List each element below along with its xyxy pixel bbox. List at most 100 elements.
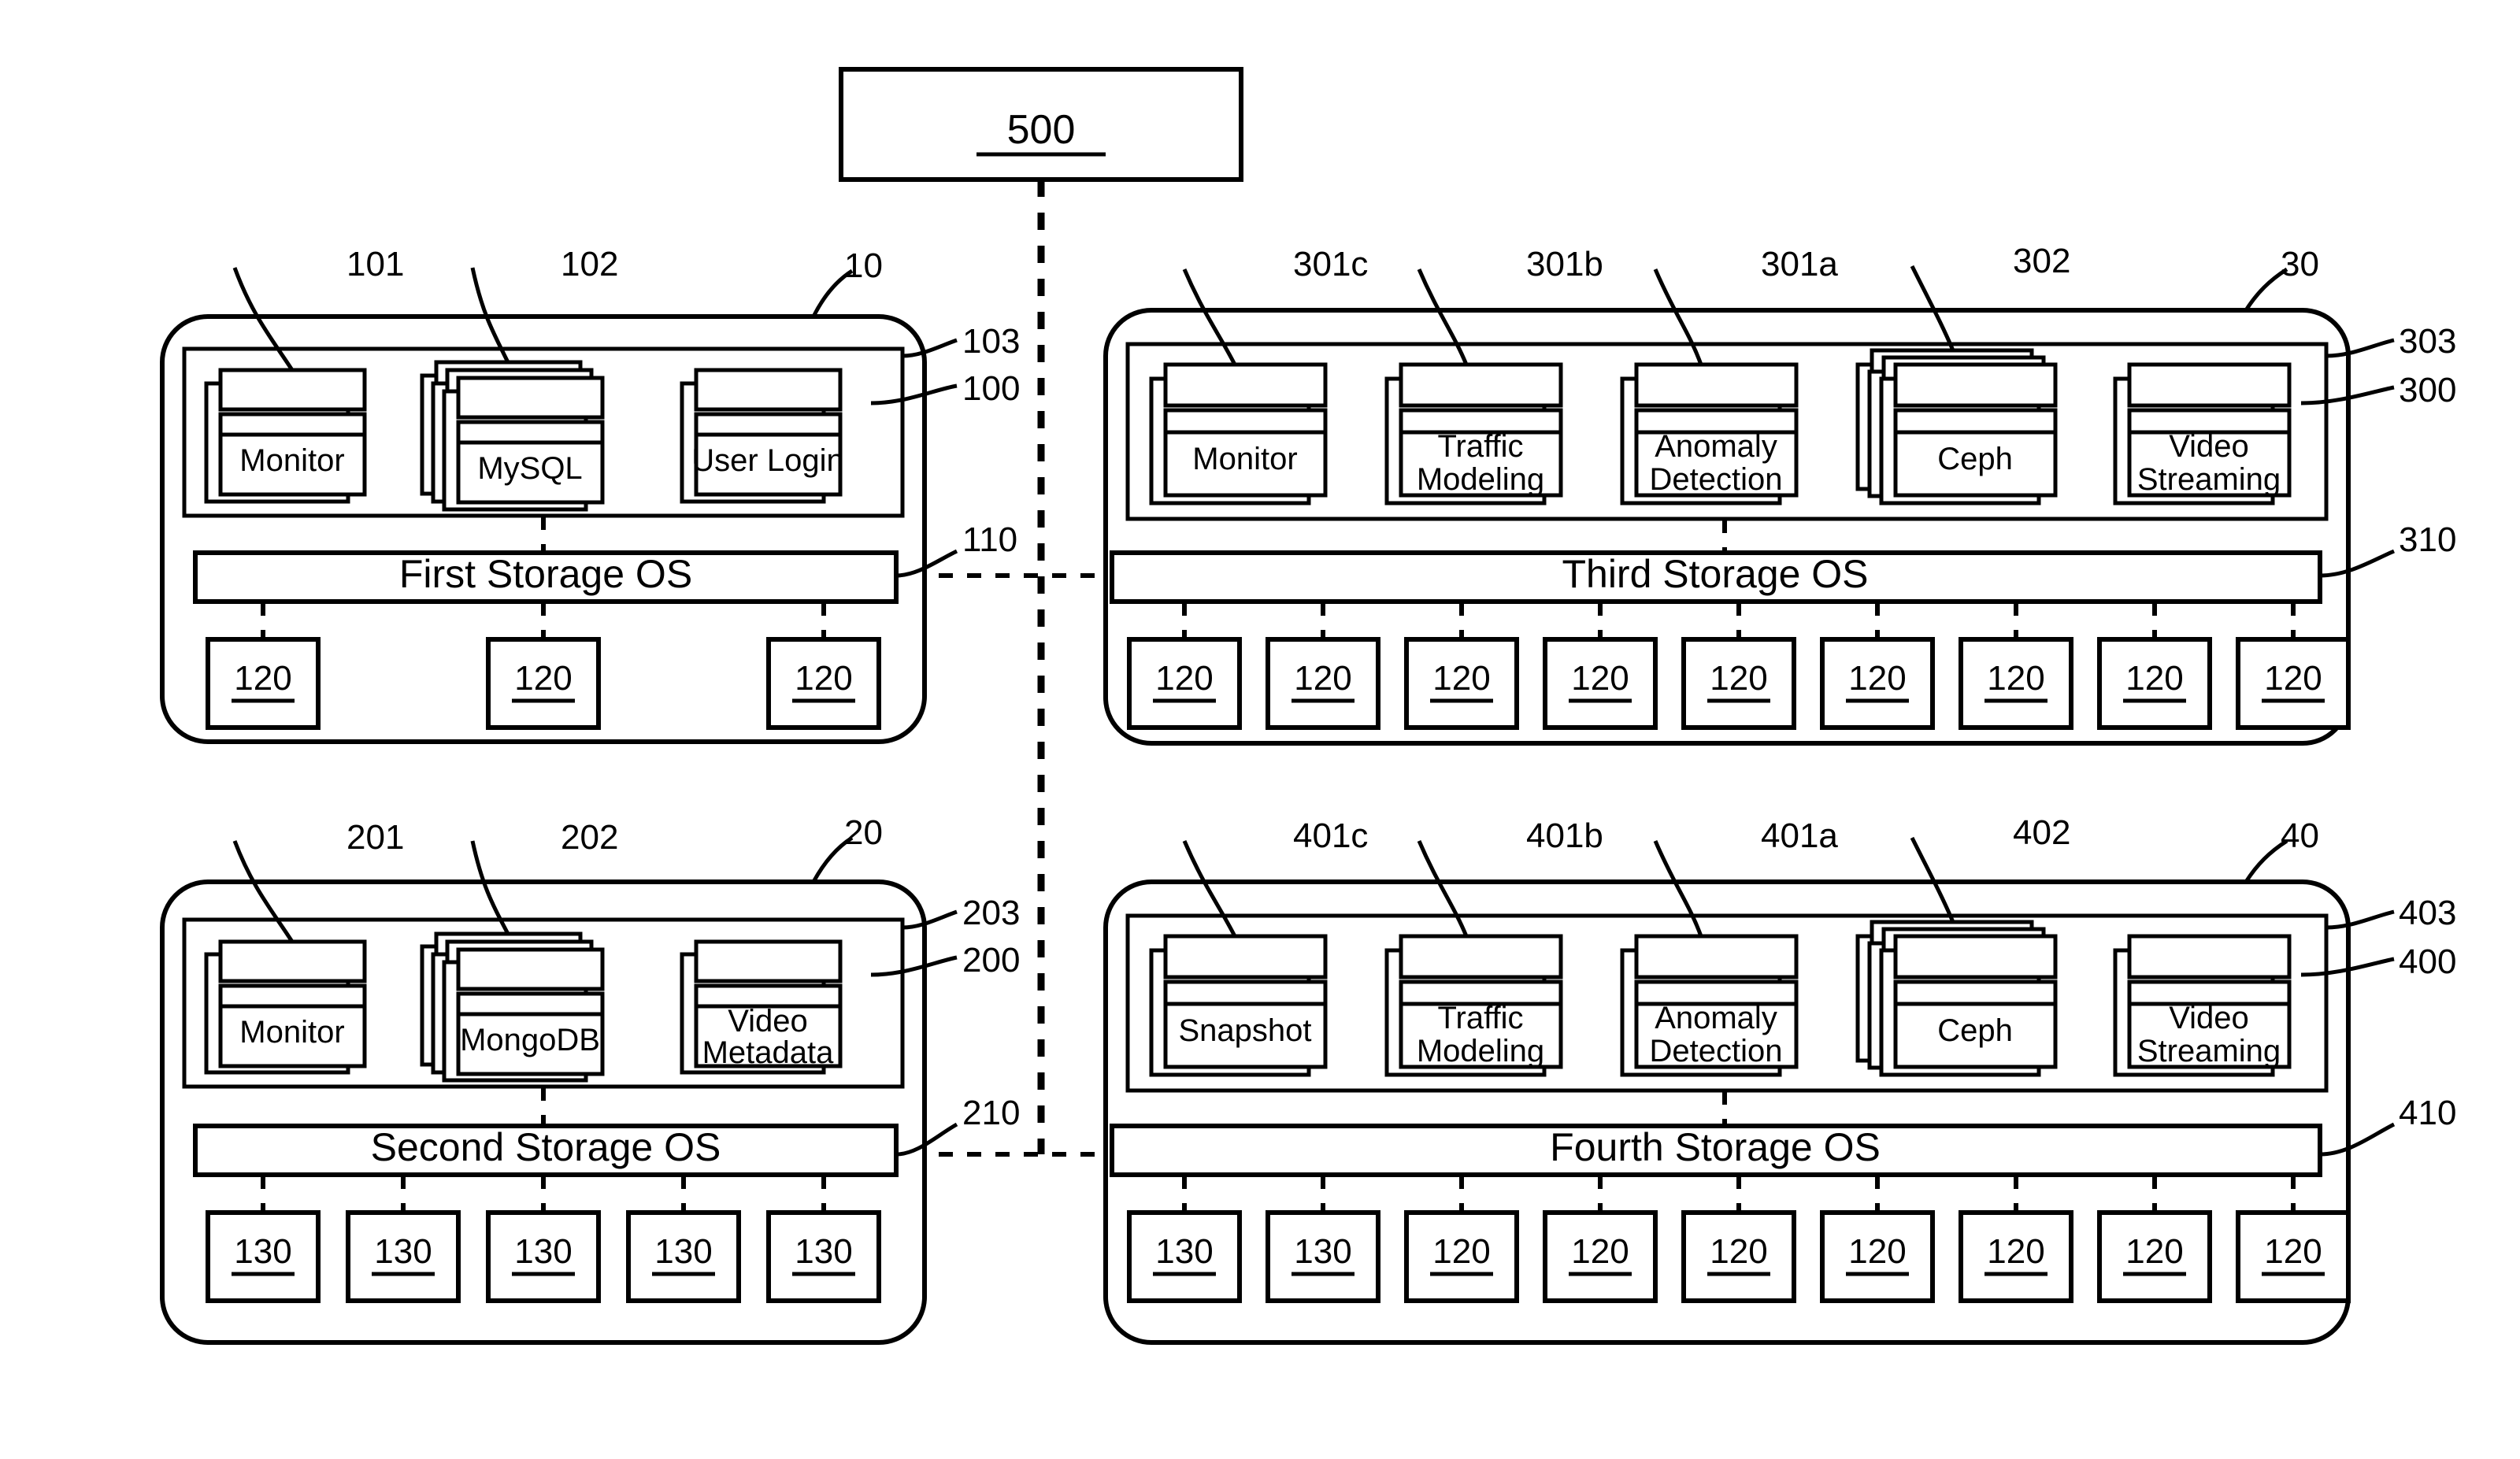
- container-label-line1: Anomaly: [1655, 429, 1777, 464]
- container-label-line1: Video: [2169, 1001, 2249, 1035]
- container-label-line2: Detection: [1650, 1034, 1783, 1068]
- ref-203: 203: [962, 894, 1020, 932]
- node-10-os-label: First Storage OS: [399, 552, 692, 596]
- container-traffic-modeling-30[interactable]: Traffic Modeling: [1384, 362, 1563, 505]
- title-box-500: 500: [839, 67, 1243, 182]
- disk-label: 120: [514, 659, 572, 698]
- disk-label: 120: [1155, 659, 1213, 698]
- container-label-line2: Modeling: [1417, 1034, 1544, 1068]
- disk-label: 120: [234, 659, 291, 698]
- node-40-os-label: Fourth Storage OS: [1550, 1125, 1881, 1169]
- ref-301c: 301c: [1293, 245, 1368, 283]
- container-label: Monitor: [239, 443, 344, 478]
- disk-label: 120: [1848, 659, 1906, 698]
- container-label-line2: Detection: [1650, 462, 1783, 497]
- ref-node-30: 30: [2281, 245, 2319, 283]
- container-mysql-10[interactable]: MySQL: [420, 360, 605, 512]
- container-label: Monitor: [1192, 442, 1297, 476]
- container-label-line1: Video: [2169, 429, 2249, 464]
- ref-401c: 401c: [1293, 817, 1368, 855]
- ref-302: 302: [2013, 242, 2070, 280]
- ref-101: 101: [346, 245, 404, 283]
- disk-label: 120: [2125, 1232, 2183, 1271]
- container-label: MySQL: [477, 451, 582, 486]
- disk-label: 120: [1710, 659, 1767, 698]
- ref-201: 201: [346, 818, 404, 857]
- disk-label: 130: [514, 1232, 572, 1271]
- container-traffic-modeling-40[interactable]: Traffic Modeling: [1384, 934, 1563, 1077]
- container-label-line2: Metadata: [702, 1035, 835, 1070]
- container-ceph-40[interactable]: Ceph: [1855, 920, 2058, 1077]
- node-10-storage-os: First Storage OS: [193, 550, 899, 604]
- title-box-label: 500: [1007, 107, 1076, 153]
- node-40[interactable]: Snapshot Traffic Modeling Anomaly Detect…: [1103, 813, 2456, 1345]
- ref-102: 102: [561, 245, 618, 283]
- ref-301b: 301b: [1526, 245, 1603, 283]
- ref-403: 403: [2399, 894, 2456, 932]
- container-label-line2: Streaming: [2137, 1034, 2281, 1068]
- container-monitor-30[interactable]: Monitor: [1149, 362, 1328, 505]
- ref-410: 410: [2399, 1094, 2456, 1132]
- container-monitor-20[interactable]: Monitor: [204, 939, 367, 1075]
- ref-400: 400: [2399, 942, 2456, 981]
- container-label-line2: Modeling: [1417, 462, 1544, 497]
- ref-210: 210: [962, 1094, 1020, 1132]
- node-40-storage-os: Fourth Storage OS: [1110, 1124, 2322, 1177]
- container-video-streaming-30[interactable]: Video Streaming: [2113, 362, 2292, 505]
- container-label: MongoDB: [460, 1023, 600, 1057]
- node-20[interactable]: Monitor MongoDB Video Metadata Second St…: [160, 813, 1020, 1345]
- container-mongodb-20[interactable]: MongoDB: [420, 931, 605, 1083]
- disk-label: 120: [1294, 659, 1351, 698]
- container-ceph-30[interactable]: Ceph: [1855, 348, 2058, 505]
- disk-label: 120: [1710, 1232, 1767, 1271]
- ref-401a: 401a: [1761, 817, 1838, 855]
- container-label-line1: Traffic: [1438, 429, 1524, 464]
- container-anomaly-detection-30[interactable]: Anomaly Detection: [1620, 362, 1799, 505]
- disk-label: 120: [1987, 659, 2044, 698]
- disk-label: 120: [2264, 659, 2322, 698]
- disk-label: 130: [654, 1232, 712, 1271]
- node-30-storage-os: Third Storage OS: [1110, 550, 2322, 604]
- ref-301a: 301a: [1761, 245, 1838, 283]
- ref-303: 303: [2399, 322, 2456, 361]
- disk-label: 120: [1848, 1232, 1906, 1271]
- disk-label: 130: [1155, 1232, 1213, 1271]
- ref-node-40: 40: [2281, 817, 2319, 855]
- node-30[interactable]: Monitor Traffic Modeling Anomaly Detecti…: [1103, 242, 2456, 746]
- disk-label: 120: [1432, 659, 1490, 698]
- disk-label: 130: [795, 1232, 852, 1271]
- node-20-storage-os: Second Storage OS: [193, 1124, 899, 1177]
- ref-103: 103: [962, 322, 1020, 361]
- patent-figure-canvas: 500 Monitor MySQL User Login First Stora…: [160, 67, 2456, 1345]
- container-label: Ceph: [1937, 442, 2013, 476]
- disk-label: 120: [1571, 1232, 1629, 1271]
- container-snapshot-40[interactable]: Snapshot: [1149, 934, 1328, 1077]
- container-label: Snapshot: [1178, 1013, 1311, 1048]
- disk-label: 120: [1987, 1232, 2044, 1271]
- disk-label: 130: [234, 1232, 291, 1271]
- ref-402: 402: [2013, 813, 2070, 852]
- disk-label: 120: [1432, 1232, 1490, 1271]
- ref-110: 110: [962, 520, 1017, 559]
- container-user-login-10[interactable]: User Login: [680, 368, 844, 504]
- node-10[interactable]: Monitor MySQL User Login First Storage O…: [160, 245, 1020, 744]
- ref-300: 300: [2399, 371, 2456, 409]
- ref-100: 100: [962, 369, 1020, 408]
- node-30-os-label: Third Storage OS: [1562, 552, 1868, 596]
- ref-202: 202: [561, 818, 618, 857]
- container-monitor-10[interactable]: Monitor: [204, 368, 367, 504]
- container-label: Ceph: [1937, 1013, 2013, 1048]
- ref-node-10: 10: [844, 246, 883, 285]
- container-label-line1: Video: [728, 1004, 808, 1039]
- container-video-metadata-20[interactable]: Video Metadata: [680, 939, 843, 1075]
- container-label-line1: Anomaly: [1655, 1001, 1777, 1035]
- container-anomaly-detection-40[interactable]: Anomaly Detection: [1620, 934, 1799, 1077]
- container-label: User Login: [691, 443, 843, 478]
- container-label-line2: Streaming: [2137, 462, 2281, 497]
- container-video-streaming-40[interactable]: Video Streaming: [2113, 934, 2292, 1077]
- container-label: Monitor: [239, 1015, 344, 1050]
- disk-label: 120: [2125, 659, 2183, 698]
- ref-200: 200: [962, 941, 1020, 979]
- ref-node-20: 20: [844, 813, 883, 852]
- disk-label: 120: [1571, 659, 1629, 698]
